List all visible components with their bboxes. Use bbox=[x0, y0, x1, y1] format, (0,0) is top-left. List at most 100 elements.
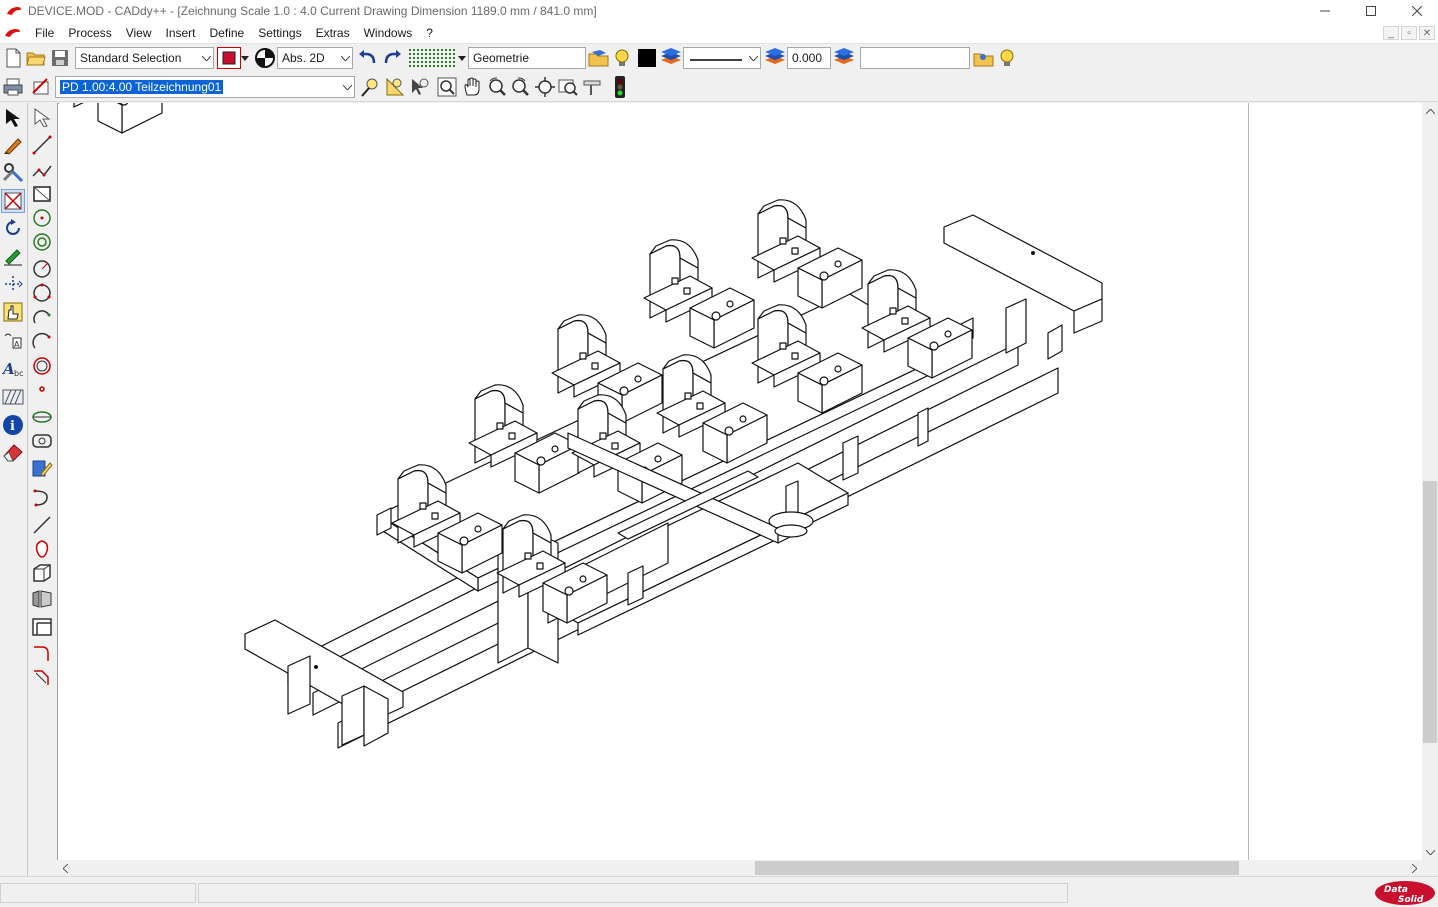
fillet-tool[interactable] bbox=[30, 641, 54, 665]
measure-button[interactable] bbox=[384, 76, 406, 98]
detail-view-tool[interactable] bbox=[30, 615, 54, 639]
draw-tool[interactable] bbox=[1, 133, 25, 157]
box-3d-tool[interactable] bbox=[30, 561, 54, 585]
color-dropdown-button[interactable] bbox=[240, 47, 250, 69]
redo-button[interactable] bbox=[381, 47, 403, 69]
redo-icon bbox=[384, 50, 401, 64]
menu-view[interactable]: View bbox=[119, 26, 159, 40]
circle-radius-tool[interactable] bbox=[30, 257, 54, 281]
ellipse-tool[interactable] bbox=[30, 405, 54, 429]
partial-drawing-button[interactable] bbox=[30, 76, 52, 98]
grid-button[interactable] bbox=[407, 47, 457, 69]
zoom-all-button[interactable] bbox=[534, 76, 556, 98]
menu-settings[interactable]: Settings bbox=[251, 26, 308, 40]
pan-button[interactable] bbox=[461, 76, 483, 98]
pen-color-button[interactable] bbox=[636, 47, 658, 69]
new-file-button[interactable] bbox=[2, 47, 24, 69]
contour-tool[interactable] bbox=[30, 537, 54, 561]
zoom-select-button[interactable] bbox=[409, 76, 431, 98]
edit-object-tool[interactable] bbox=[30, 456, 54, 480]
modify-tool[interactable] bbox=[1, 160, 25, 184]
rounded-rect-tool[interactable] bbox=[30, 429, 54, 453]
symbol-tool[interactable]: A bbox=[1, 328, 25, 352]
menu-extras[interactable]: Extras bbox=[309, 26, 357, 40]
select-tool[interactable] bbox=[1, 105, 25, 129]
mdi-minimize-button[interactable]: _ bbox=[1383, 26, 1399, 40]
menu-file[interactable]: File bbox=[28, 26, 61, 40]
menu-help[interactable]: ? bbox=[419, 26, 440, 40]
group-manager-button[interactable] bbox=[973, 47, 995, 69]
print-button[interactable] bbox=[2, 76, 24, 98]
arc-3point-tool[interactable] bbox=[30, 329, 54, 353]
polyline-tool[interactable] bbox=[30, 159, 54, 183]
line-width-layers-button[interactable] bbox=[764, 47, 786, 69]
save-button[interactable] bbox=[49, 47, 71, 69]
coordinate-mode-select[interactable]: Abs. 2D bbox=[277, 47, 353, 69]
line-type-layers-button[interactable] bbox=[660, 47, 682, 69]
horizontal-scrollbar[interactable] bbox=[57, 860, 1422, 876]
arc-tool[interactable] bbox=[30, 305, 54, 329]
scroll-right-arrow[interactable] bbox=[1406, 860, 1422, 876]
layer-visibility-button[interactable] bbox=[611, 47, 633, 69]
info-tool[interactable]: i bbox=[1, 413, 25, 437]
point-tool[interactable] bbox=[30, 377, 54, 401]
redraw-button[interactable] bbox=[581, 76, 603, 98]
search-field[interactable] bbox=[860, 47, 970, 69]
circle-center-tool[interactable] bbox=[30, 206, 54, 230]
horizontal-scroll-thumb[interactable] bbox=[755, 861, 1239, 875]
open-file-button[interactable] bbox=[25, 47, 47, 69]
scroll-up-arrow[interactable] bbox=[1422, 103, 1438, 119]
section-view-tool[interactable] bbox=[30, 587, 54, 611]
line-width-field[interactable]: 0.000 bbox=[787, 47, 831, 69]
traffic-light-button[interactable] bbox=[609, 76, 631, 98]
concentric-circle-tool[interactable] bbox=[30, 230, 54, 254]
line-tool[interactable] bbox=[30, 133, 54, 157]
scroll-down-arrow[interactable] bbox=[1422, 844, 1438, 860]
selection-mode-select[interactable]: Standard Selection bbox=[75, 47, 214, 69]
minimize-button[interactable] bbox=[1302, 0, 1348, 22]
layer-name-field[interactable]: Geometrie bbox=[468, 47, 586, 69]
grid-dropdown-button[interactable] bbox=[457, 47, 467, 69]
zoom-in-button[interactable] bbox=[486, 76, 508, 98]
maximize-button[interactable] bbox=[1348, 0, 1394, 22]
layer-settings-button[interactable] bbox=[833, 47, 855, 69]
menu-insert[interactable]: Insert bbox=[159, 26, 203, 40]
circle-3point-tool[interactable] bbox=[30, 281, 54, 305]
menu-windows[interactable]: Windows bbox=[357, 26, 420, 40]
drawing-canvas[interactable] bbox=[57, 103, 1422, 860]
cad-select-tool[interactable] bbox=[30, 105, 54, 129]
circle-tangent-tool[interactable] bbox=[30, 354, 54, 378]
document-logo-icon[interactable] bbox=[4, 27, 22, 39]
hatching-tool[interactable] bbox=[1, 385, 25, 409]
erase-tool[interactable] bbox=[1, 440, 25, 464]
vertical-scrollbar[interactable] bbox=[1422, 103, 1438, 860]
line-style-select[interactable] bbox=[683, 47, 761, 69]
spline-tool[interactable] bbox=[30, 486, 54, 510]
mdi-restore-button[interactable]: ▫ bbox=[1401, 26, 1417, 40]
chamfer-tool[interactable] bbox=[30, 665, 54, 689]
rotate-tool[interactable] bbox=[1, 216, 25, 240]
menu-process[interactable]: Process bbox=[61, 26, 118, 40]
rectangle-tool[interactable] bbox=[30, 182, 54, 206]
menu-define[interactable]: Define bbox=[203, 26, 252, 40]
zoom-sheet-button[interactable] bbox=[557, 76, 579, 98]
construction-tool[interactable] bbox=[1, 244, 25, 268]
dimension-tool[interactable] bbox=[1, 272, 25, 296]
mdi-close-button[interactable]: ✕ bbox=[1419, 26, 1435, 40]
vertical-scroll-thumb[interactable] bbox=[1423, 481, 1437, 743]
snap-mode-button[interactable] bbox=[254, 47, 276, 69]
parallel-line-tool[interactable] bbox=[30, 513, 54, 537]
text-tool[interactable]: Abc bbox=[1, 356, 25, 380]
partial-drawing-select[interactable]: PD 1.00:4.00 Teilzeichnung01 bbox=[55, 76, 355, 98]
close-button[interactable] bbox=[1394, 0, 1438, 22]
layer-manager-button[interactable] bbox=[588, 47, 610, 69]
hatch-tool[interactable] bbox=[1, 300, 25, 324]
group-visibility-button[interactable] bbox=[996, 47, 1018, 69]
scroll-left-arrow[interactable] bbox=[57, 860, 73, 876]
trim-tool[interactable] bbox=[1, 189, 25, 213]
zoom-window-button[interactable] bbox=[436, 76, 458, 98]
zoom-pen-button[interactable] bbox=[359, 76, 381, 98]
color-picker-button[interactable] bbox=[217, 47, 241, 69]
undo-button[interactable] bbox=[357, 47, 379, 69]
zoom-out-button[interactable] bbox=[509, 76, 531, 98]
